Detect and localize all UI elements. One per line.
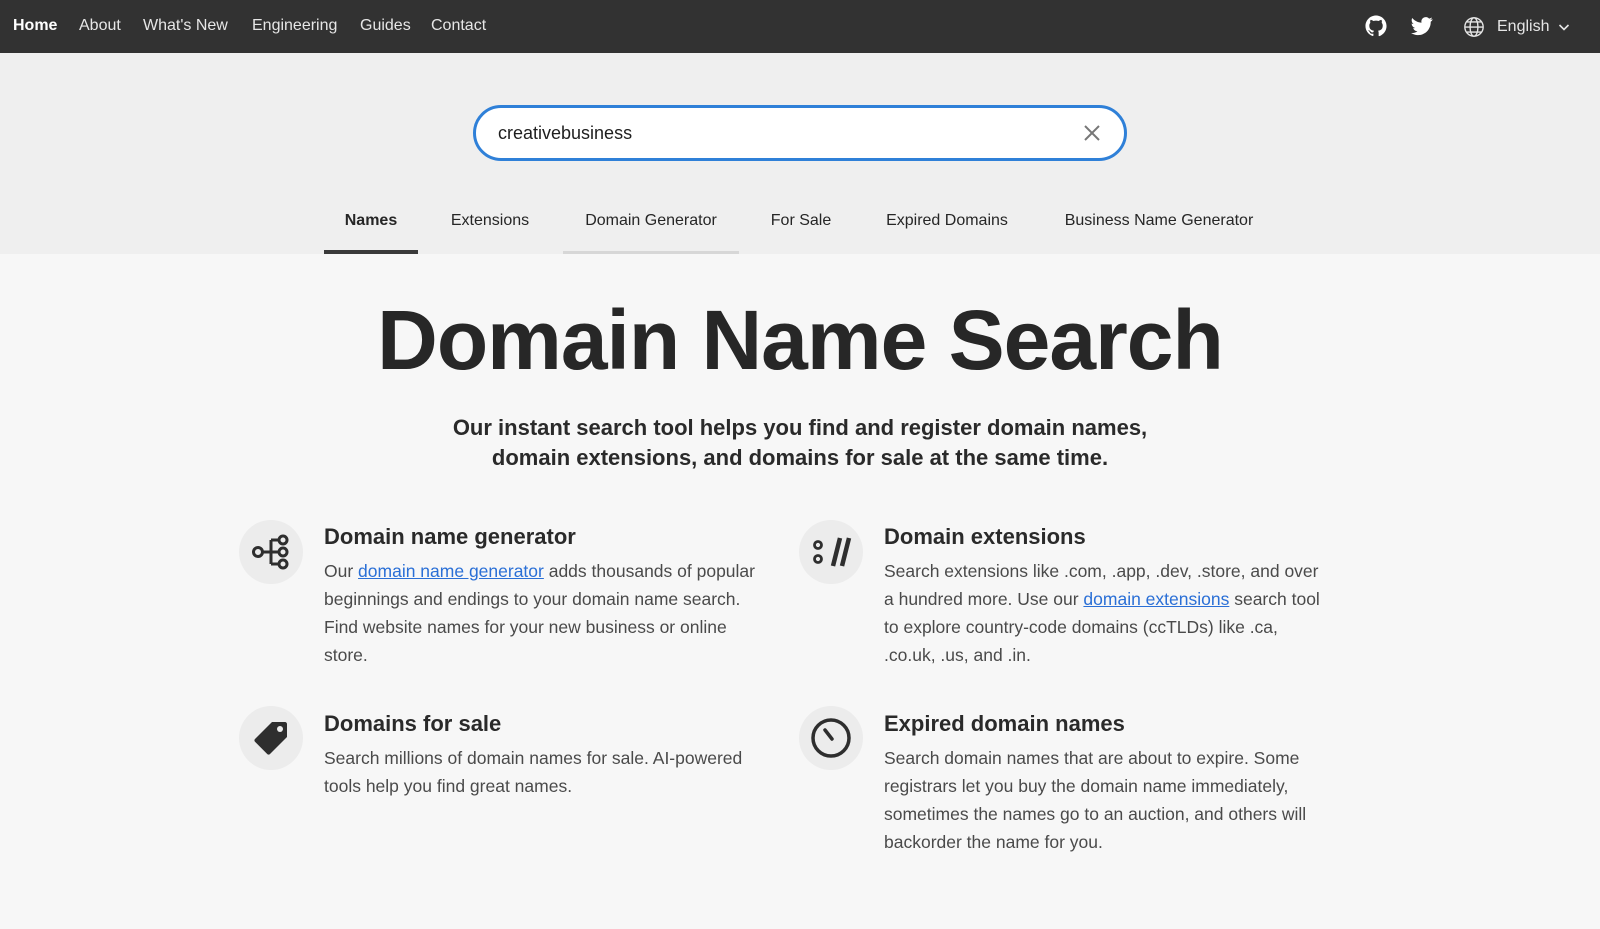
feature-text-generator: Our domain name generator adds thousands… — [324, 557, 764, 669]
twitter-icon[interactable] — [1411, 15, 1433, 37]
nav-home-link[interactable]: Home — [13, 0, 57, 53]
search-input[interactable] — [498, 108, 1058, 158]
chevron-down-icon — [1559, 23, 1570, 31]
tab-label: Business Name Generator — [1064, 212, 1254, 229]
active-tab-indicator — [324, 250, 418, 254]
tab-names[interactable]: Names — [324, 197, 418, 254]
tab-label: Names — [344, 212, 398, 229]
tag-icon — [239, 706, 303, 770]
tab-domain-generator[interactable]: Domain Generator — [563, 197, 739, 254]
clock-icon — [799, 706, 863, 770]
tab-label: For Sale — [770, 212, 832, 229]
extensions-icon — [799, 520, 863, 584]
feature-text-for-sale: Search millions of domain names for sale… — [324, 748, 743, 796]
tab-expired-domains[interactable]: Expired Domains — [872, 197, 1022, 254]
subtitle-line: Our instant search tool helps you find a… — [452, 415, 1148, 440]
top-nav-bar: Home About What's New Engineering Guides… — [0, 0, 1600, 53]
domain-extensions-link[interactable]: domain extensions — [1083, 589, 1229, 609]
hover-tab-indicator — [563, 251, 739, 254]
nav-guides-link[interactable]: Guides — [360, 0, 411, 53]
language-selector[interactable]: English — [1463, 0, 1571, 53]
tab-for-sale[interactable]: For Sale — [756, 197, 846, 254]
tab-business-name-generator[interactable]: Business Name Generator — [1050, 197, 1268, 254]
domain-name-generator-link[interactable]: domain name generator — [358, 561, 544, 581]
generator-icon — [239, 520, 303, 584]
feature-title-for-sale: Domains for sale — [324, 711, 502, 736]
search-box[interactable] — [473, 105, 1127, 161]
tab-label: Expired Domains — [886, 212, 1008, 229]
tab-label: Domain Generator — [585, 212, 717, 229]
nav-engineering-link[interactable]: Engineering — [252, 0, 337, 53]
github-icon[interactable] — [1365, 15, 1387, 37]
feature-title-generator: Domain name generator — [324, 524, 576, 549]
feature-title-extensions: Domain extensions — [884, 524, 1086, 549]
feature-title-expired: Expired domain names — [884, 711, 1125, 736]
nav-whats-new-link[interactable]: What's New — [143, 0, 228, 53]
close-icon[interactable] — [1081, 122, 1103, 144]
feature-text-expired: Search domain names that are about to ex… — [884, 748, 1307, 852]
tab-label: Extensions — [450, 212, 530, 229]
globe-icon — [1464, 16, 1484, 37]
feature-text-extensions: Search extensions like .com, .app, .dev,… — [884, 557, 1324, 669]
nav-contact-link[interactable]: Contact — [431, 0, 486, 53]
subtitle-line: domain extensions, and domains for sale … — [491, 445, 1109, 470]
page-title: Domain Name Search — [377, 293, 1224, 387]
page-subtitle: Our instant search tool helps you find a… — [400, 413, 1200, 473]
feature-text-part: Our — [324, 561, 359, 581]
nav-about-link[interactable]: About — [79, 0, 121, 53]
language-label: English — [1497, 17, 1550, 35]
tab-extensions[interactable]: Extensions — [436, 197, 544, 254]
